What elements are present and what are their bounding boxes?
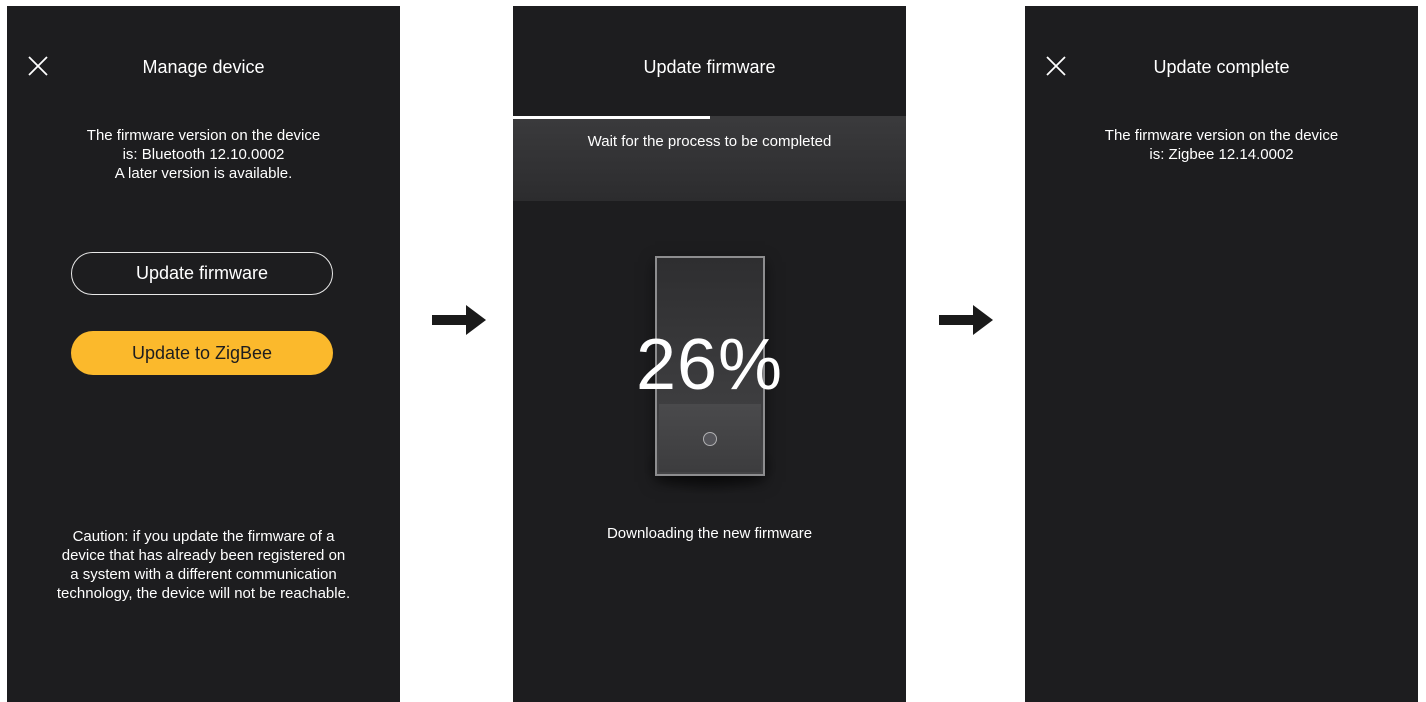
device-led-icon bbox=[703, 432, 717, 446]
caution-line: a system with a different communication bbox=[70, 566, 337, 583]
arrow-right-icon bbox=[939, 305, 993, 335]
update-complete-screen: Update complete The firmware version on … bbox=[1025, 6, 1418, 702]
update-firmware-screen: Update firmware Wait for the process to … bbox=[513, 6, 906, 702]
caution-line: device that has already been registered … bbox=[61, 547, 346, 564]
firmware-info: The firmware version on the device is: Z… bbox=[1045, 126, 1398, 164]
banner-text: Wait for the process to be completed bbox=[587, 133, 832, 150]
caution-note: Caution: if you update the firmware of a… bbox=[27, 527, 380, 603]
firmware-info-line: is: Bluetooth 12.10.0002 bbox=[122, 146, 285, 163]
screen-title: Update firmware bbox=[643, 57, 776, 77]
caution-line: Caution: if you update the firmware of a bbox=[72, 528, 335, 545]
firmware-info-line: The firmware version on the device bbox=[1104, 127, 1339, 144]
status-banner: Wait for the process to be completed bbox=[513, 119, 906, 201]
firmware-info-line: is: Zigbee 12.14.0002 bbox=[1149, 146, 1294, 163]
firmware-info-line: A later version is available. bbox=[114, 165, 293, 182]
screen-title: Manage device bbox=[142, 57, 265, 77]
arrow-right-icon bbox=[432, 305, 486, 335]
firmware-info: The firmware version on the device is: B… bbox=[27, 126, 380, 183]
download-status: Downloading the new firmware bbox=[606, 525, 813, 542]
update-firmware-button[interactable]: Update firmware bbox=[71, 252, 333, 295]
flow-canvas: Manage device The firmware version on th… bbox=[0, 0, 1426, 702]
progress-percent: 26% bbox=[635, 325, 784, 405]
screen-title: Update complete bbox=[1153, 57, 1290, 77]
update-to-zigbee-button[interactable]: Update to ZigBee bbox=[71, 331, 333, 375]
manage-device-screen: Manage device The firmware version on th… bbox=[7, 6, 400, 702]
firmware-info-line: The firmware version on the device bbox=[86, 127, 321, 144]
caution-line: technology, the device will not be reach… bbox=[56, 585, 351, 602]
